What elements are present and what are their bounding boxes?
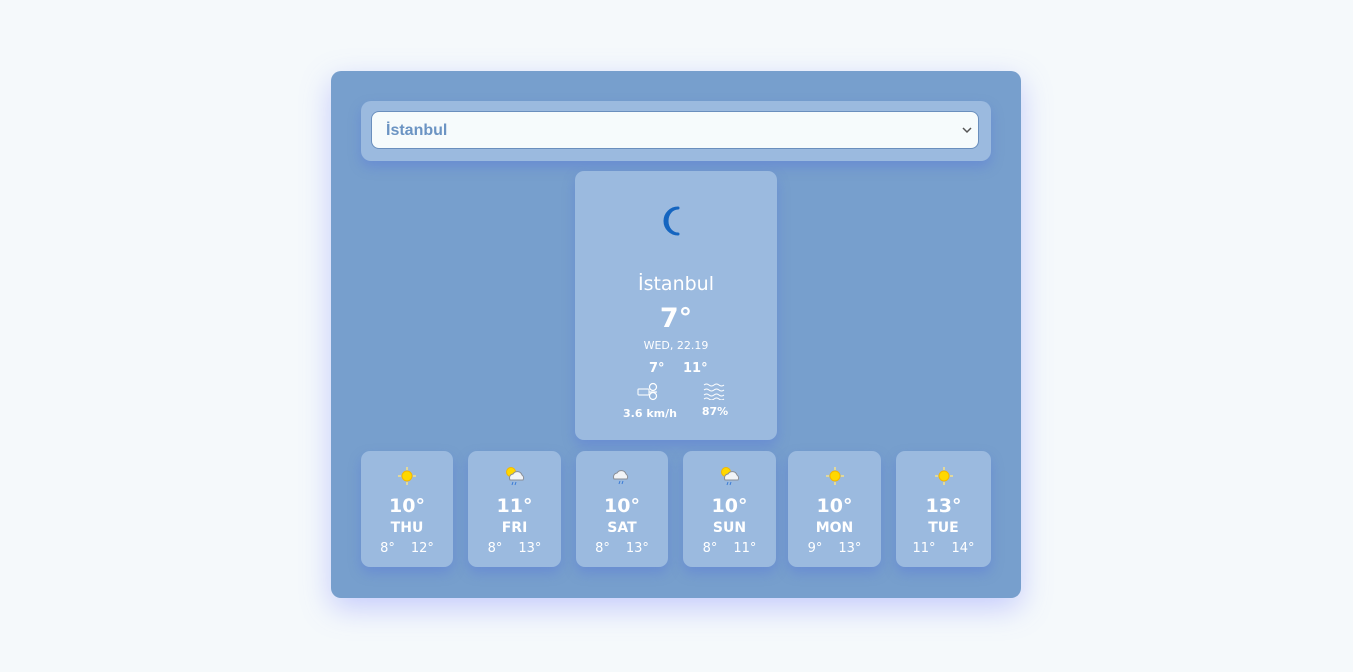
wind-speed: 3.6 km/h — [623, 407, 677, 420]
forecast-temp: 11° — [496, 495, 533, 517]
forecast-max: 13° — [625, 541, 649, 556]
current-date: WED, 22.19 — [643, 339, 709, 352]
chevron-down-icon — [962, 127, 972, 134]
moon-icon — [663, 206, 680, 236]
current-min-temp: 7° — [649, 361, 665, 376]
forecast-range: 8° 13° — [468, 541, 561, 556]
current-max-temp: 11° — [683, 361, 708, 376]
forecast-range: 8° 11° — [683, 541, 776, 556]
forecast-card-sun: 10° SUN 8° 11° — [683, 451, 776, 567]
sun-icon — [398, 467, 416, 485]
current-weather-card: İstanbul 7° WED, 22.19 7° 11° 3.6 km/h 8… — [575, 171, 777, 440]
sun-cloud-rain-icon — [720, 467, 739, 486]
current-temperature: 7° — [659, 303, 693, 334]
wind-icon — [637, 382, 658, 401]
forecast-day: FRI — [501, 520, 528, 536]
forecast-min: 8° — [380, 541, 395, 556]
forecast-temp: 10° — [711, 495, 748, 517]
sun-cloud-rain-icon — [505, 467, 524, 486]
forecast-day: THU — [390, 520, 424, 536]
forecast-max: 13° — [518, 541, 542, 556]
humidity-icon — [703, 383, 725, 400]
humidity-value: 87% — [701, 405, 729, 418]
forecast-max: 11° — [733, 541, 757, 556]
city-select-container: İstanbul — [361, 101, 991, 161]
cloud-rain-icon — [612, 470, 629, 485]
forecast-min: 8° — [487, 541, 503, 556]
current-city: İstanbul — [637, 273, 715, 295]
city-select[interactable]: İstanbul — [371, 111, 979, 149]
forecast-temp: 10° — [389, 495, 425, 517]
forecast-temp: 13° — [925, 495, 962, 517]
forecast-temp: 10° — [604, 495, 640, 517]
forecast-min: 11° — [912, 541, 936, 556]
forecast-max: 12° — [410, 541, 434, 556]
forecast-card-thu: 10° THU 8° 12° — [361, 451, 453, 567]
city-select-value: İstanbul — [386, 122, 448, 139]
sun-icon — [825, 467, 844, 485]
forecast-range: 8° 12° — [361, 541, 453, 556]
forecast-max: 14° — [951, 541, 975, 556]
forecast-min: 8° — [702, 541, 718, 556]
forecast-range: 11° 14° — [896, 541, 991, 556]
forecast-range: 8° 13° — [576, 541, 668, 556]
forecast-min: 9° — [807, 541, 823, 556]
forecast-day: TUE — [928, 520, 959, 536]
forecast-card-mon: 10° MON 9° 13° — [788, 451, 881, 567]
weather-app: İstanbul İstanbul 7° WED, 22.19 7° 11° 3… — [331, 71, 1021, 598]
forecast-day: MON — [815, 520, 854, 536]
forecast-card-tue: 13° TUE 11° 14° — [896, 451, 991, 567]
forecast-card-sat: 10° SAT 8° 13° — [576, 451, 668, 567]
forecast-card-fri: 11° FRI 8° 13° — [468, 451, 561, 567]
forecast-min: 8° — [595, 541, 610, 556]
forecast-day: SUN — [712, 520, 747, 536]
sun-icon — [934, 467, 953, 485]
forecast-max: 13° — [838, 541, 862, 556]
forecast-range: 9° 13° — [788, 541, 881, 556]
forecast-day: SAT — [607, 520, 637, 536]
forecast-temp: 10° — [816, 495, 853, 517]
